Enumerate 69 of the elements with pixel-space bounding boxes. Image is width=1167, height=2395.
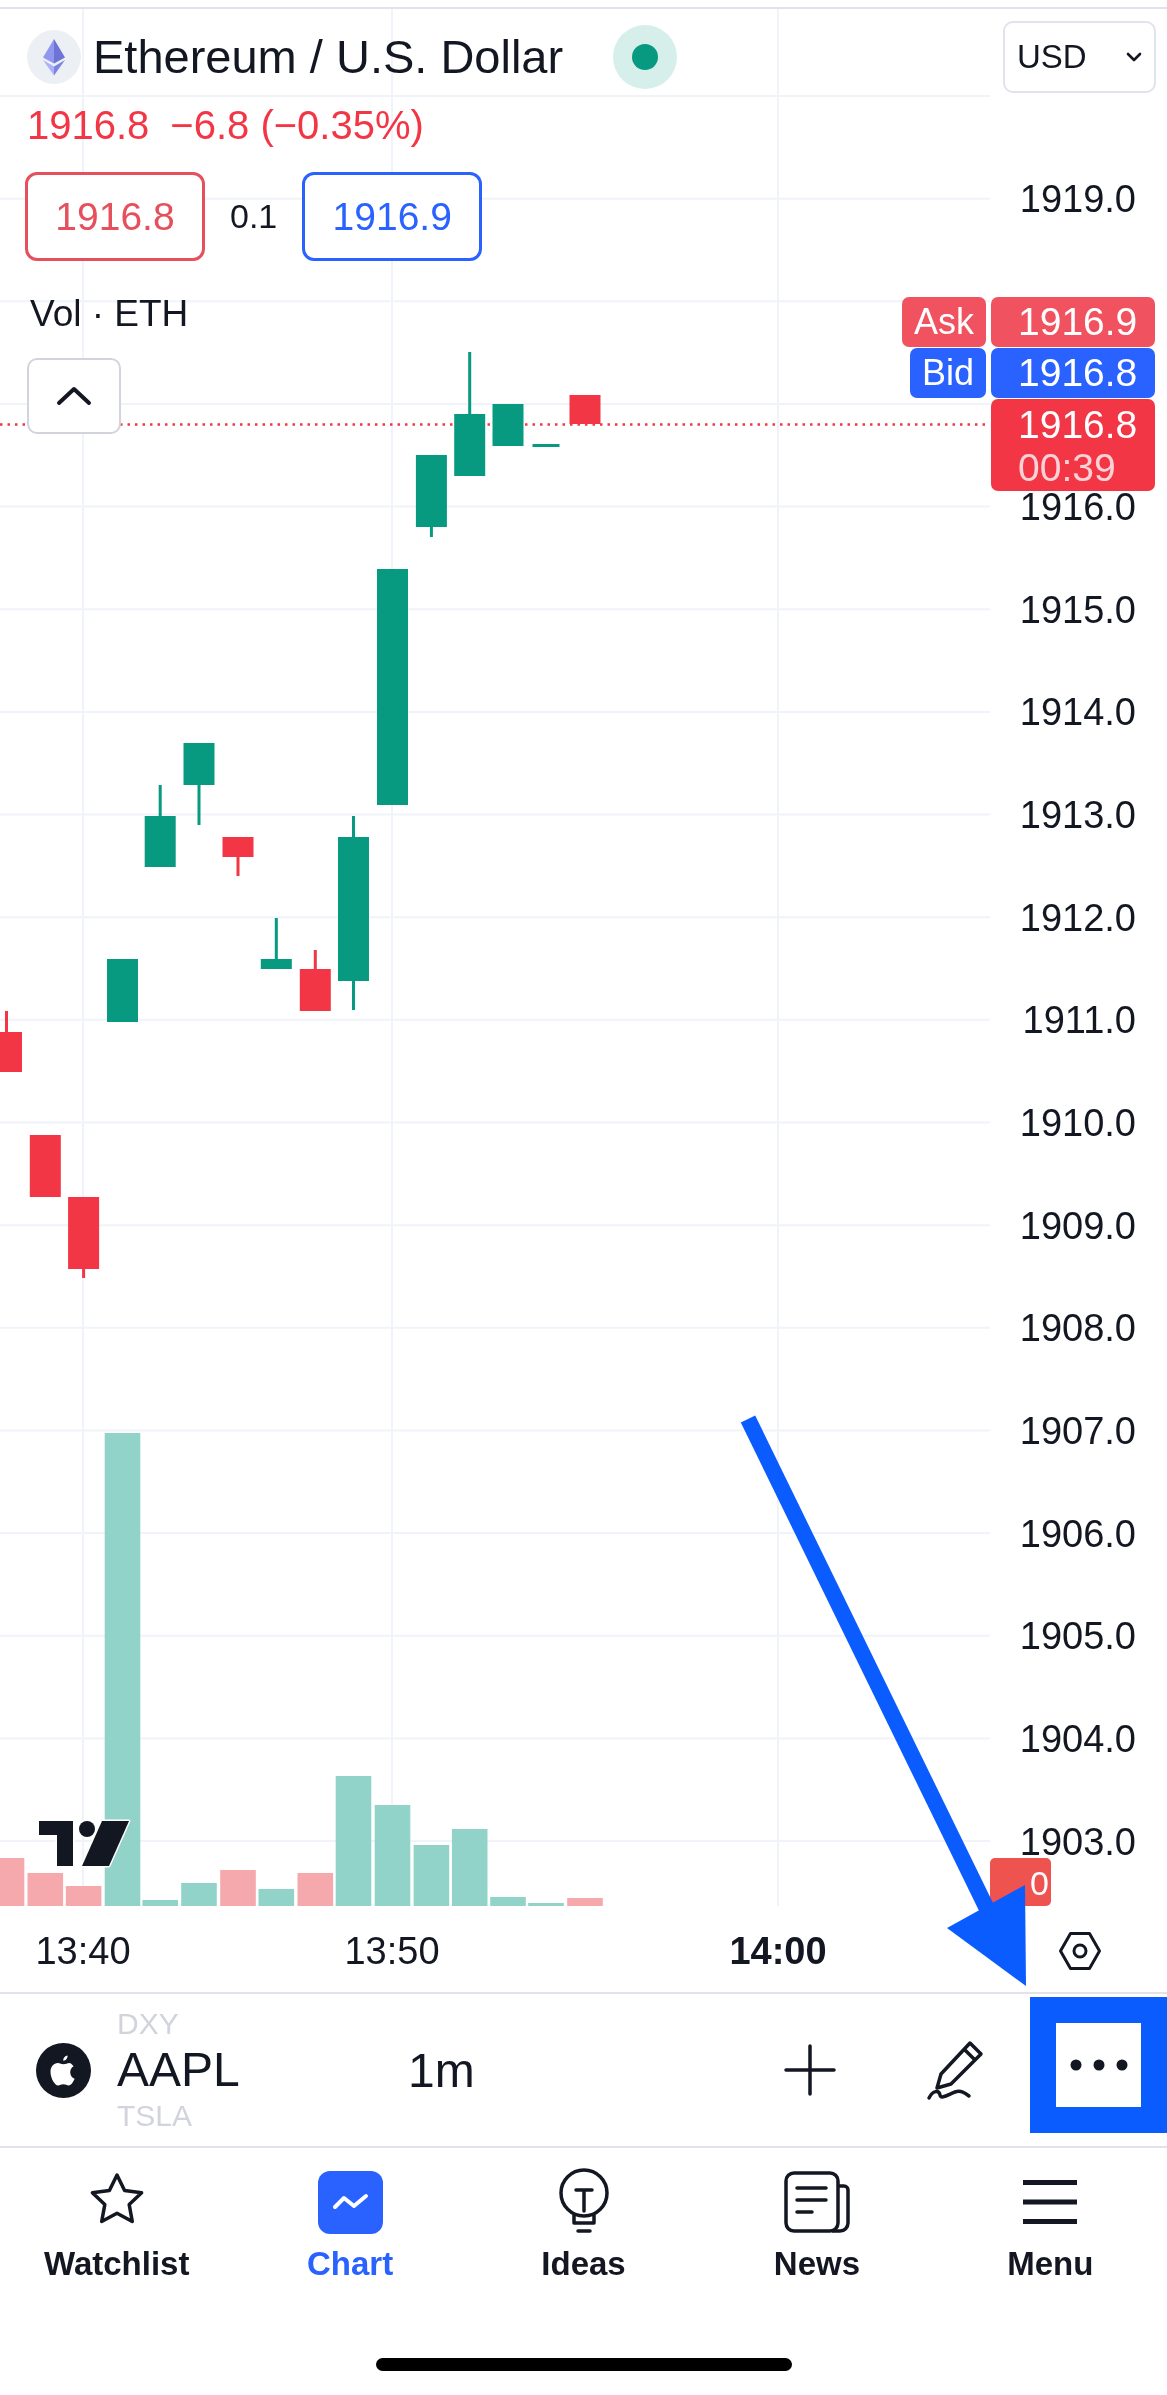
candlestick [29, 1135, 61, 1197]
candlestick [222, 837, 254, 876]
ask-price-tag: 1916.9 [991, 297, 1155, 347]
price-axis-label: 1906.0 [1019, 1512, 1136, 1555]
candlestick [260, 918, 292, 969]
price-axis-label: 1908.0 [1019, 1307, 1136, 1350]
tab[interactable]: Menu [933, 2170, 1167, 2284]
ask-label: Ask [902, 297, 986, 347]
price-axis-label: 1909.0 [1019, 1204, 1136, 1247]
currency-dropdown[interactable]: USD [1003, 21, 1156, 93]
tab[interactable]: Ideas [466, 2170, 701, 2284]
price-axis-label: 1907.0 [1019, 1409, 1136, 1452]
pencil-icon [925, 2038, 985, 2102]
chevron-up-icon [56, 386, 92, 406]
volume-bar [567, 1898, 603, 1906]
price-axis-label: 1915.0 [1019, 588, 1136, 631]
bid-button[interactable]: 1916.8 [25, 172, 205, 261]
candlestick [107, 959, 138, 1022]
volume-bar [528, 1903, 564, 1906]
volume-bar [220, 1870, 256, 1906]
price-axis-label: 1912.0 [1019, 896, 1136, 939]
tab[interactable]: Watchlist [0, 2170, 234, 2284]
candlestick [492, 404, 524, 446]
price-axis-label: 1919.0 [1019, 178, 1136, 221]
countdown: 00:39 [1018, 446, 1116, 489]
time-axis-label: 13:40 [35, 1930, 131, 1972]
interval-button[interactable]: 1m [408, 2042, 475, 2098]
price-axis-label: 1913.0 [1019, 794, 1136, 837]
more-button[interactable] [1056, 2023, 1141, 2107]
menu-icon [1023, 2180, 1078, 2224]
indicator-label: Vol · ETH [30, 292, 189, 336]
price-axis-label: 1910.0 [1019, 1102, 1136, 1144]
volume-bar [490, 1897, 526, 1906]
time-axis-label: 13:50 [344, 1930, 440, 1972]
volume-bar [181, 1883, 217, 1906]
chart-icon [317, 2170, 383, 2234]
price-axis-label: 1914.0 [1019, 691, 1136, 734]
candlestick [0, 1011, 22, 1072]
price-axis-label: 1916.0 [1019, 486, 1136, 529]
price-axis-label: 1903.0 [1019, 1820, 1136, 1863]
ask-button[interactable]: 1916.9 [302, 172, 483, 261]
volume-bar [258, 1889, 295, 1906]
plus-icon [784, 2044, 836, 2096]
last-price: 1916.8 [27, 103, 150, 148]
apple-icon [36, 2042, 91, 2098]
volume-bar [0, 1858, 25, 1906]
volume-bar [413, 1845, 450, 1906]
bid-price-tag: 1916.8 [991, 348, 1155, 398]
candlestick [299, 950, 331, 1011]
price-axis-label: 1905.0 [1019, 1615, 1136, 1658]
tab[interactable]: Chart [233, 2170, 467, 2284]
logo-icon [37, 1819, 131, 1868]
last-price: 1916.8 [1018, 403, 1138, 446]
settings-icon[interactable] [1059, 1932, 1101, 1970]
symbol-item[interactable]: AAPL [117, 2041, 240, 2099]
price-change: −6.8 (−0.35%) [170, 103, 424, 148]
newspaper-icon [783, 2171, 850, 2233]
candlestick [532, 444, 560, 447]
chart-title: Ethereum / U.S. Dollar [93, 29, 564, 85]
caret-icon [1126, 52, 1142, 62]
bid-label: Bid [909, 348, 986, 398]
volume-value: 0 [1030, 1864, 1049, 1902]
tab[interactable]: News [700, 2170, 934, 2284]
more-icon [1069, 2059, 1128, 2071]
collapse-button[interactable] [27, 358, 121, 434]
price-axis-label: 1904.0 [1019, 1717, 1136, 1760]
price-axis-label: 1911.0 [1022, 999, 1136, 1042]
spread-value: 0.1 [230, 197, 278, 236]
time-axis-label: 14:00 [729, 1930, 827, 1972]
